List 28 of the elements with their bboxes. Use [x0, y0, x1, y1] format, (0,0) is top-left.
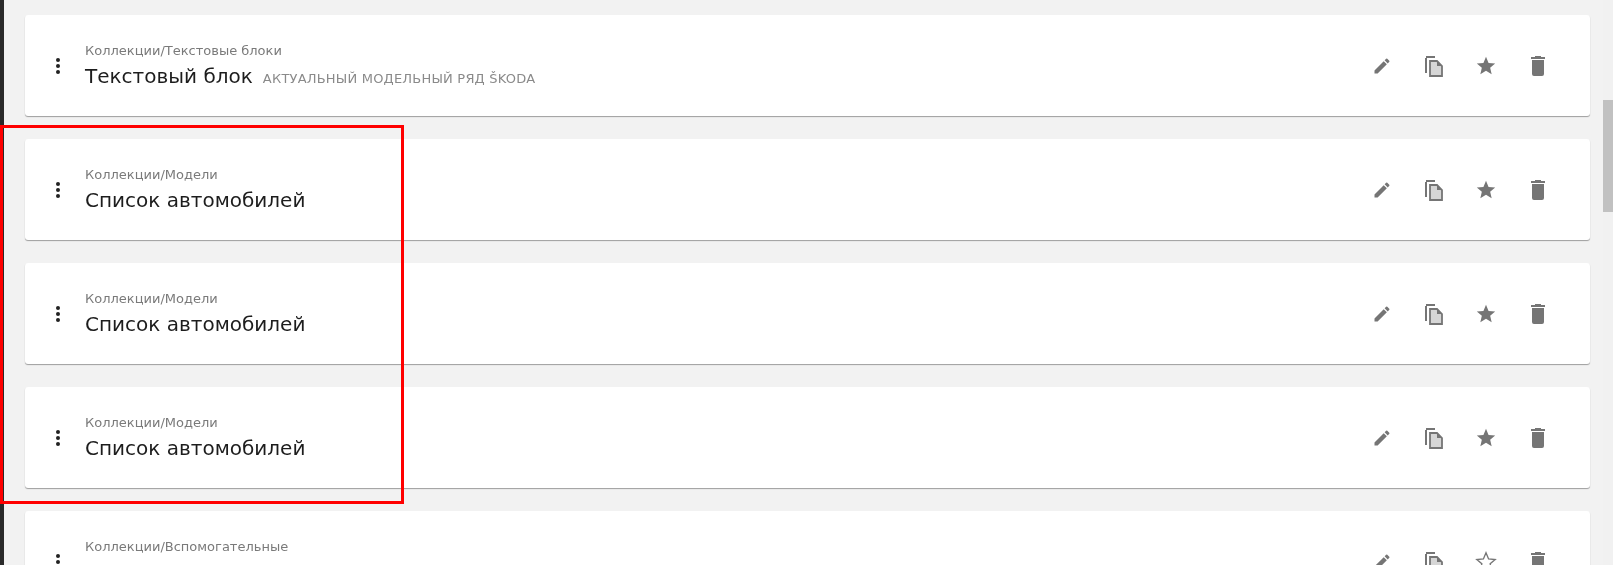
- item-title: Список автомобилей: [85, 312, 306, 336]
- more-vert-icon[interactable]: [55, 180, 61, 199]
- more-vert-icon[interactable]: [55, 428, 61, 447]
- copy-icon: [1424, 178, 1444, 201]
- copy-icon: [1424, 426, 1444, 449]
- pencil-icon: [1372, 55, 1392, 76]
- collection-path: Коллекции/Модели: [85, 291, 219, 306]
- more-vert-icon[interactable]: [55, 56, 61, 75]
- item-title: Список автомобилей: [85, 188, 306, 212]
- trash-icon: [1529, 551, 1547, 565]
- trash-icon: [1529, 179, 1547, 200]
- item-title: Текстовый блок: [85, 64, 253, 88]
- trash-icon: [1529, 427, 1547, 448]
- trash-icon: [1529, 303, 1547, 324]
- collection-path: Коллекции/Модели: [85, 415, 219, 430]
- collection-path: Коллекции/Текстовые блоки: [85, 43, 283, 58]
- more-vert-icon[interactable]: [55, 552, 61, 565]
- collection-path: Коллекции/Вспомогательные: [85, 539, 290, 554]
- copy-icon: [1424, 54, 1444, 77]
- pencil-icon: [1372, 303, 1392, 324]
- copy-icon: [1424, 302, 1444, 325]
- item-title: Список автомобилей: [85, 436, 306, 460]
- trash-icon: [1529, 55, 1547, 76]
- pencil-icon: [1372, 179, 1392, 200]
- item-subtitle: АКТУАЛЬНЫЙ МОДЕЛЬНЫЙ РЯД ŠKODA: [262, 71, 536, 86]
- collection-path: Коллекции/Модели: [85, 167, 219, 182]
- pencil-icon: [1372, 427, 1392, 448]
- more-vert-icon[interactable]: [55, 304, 61, 323]
